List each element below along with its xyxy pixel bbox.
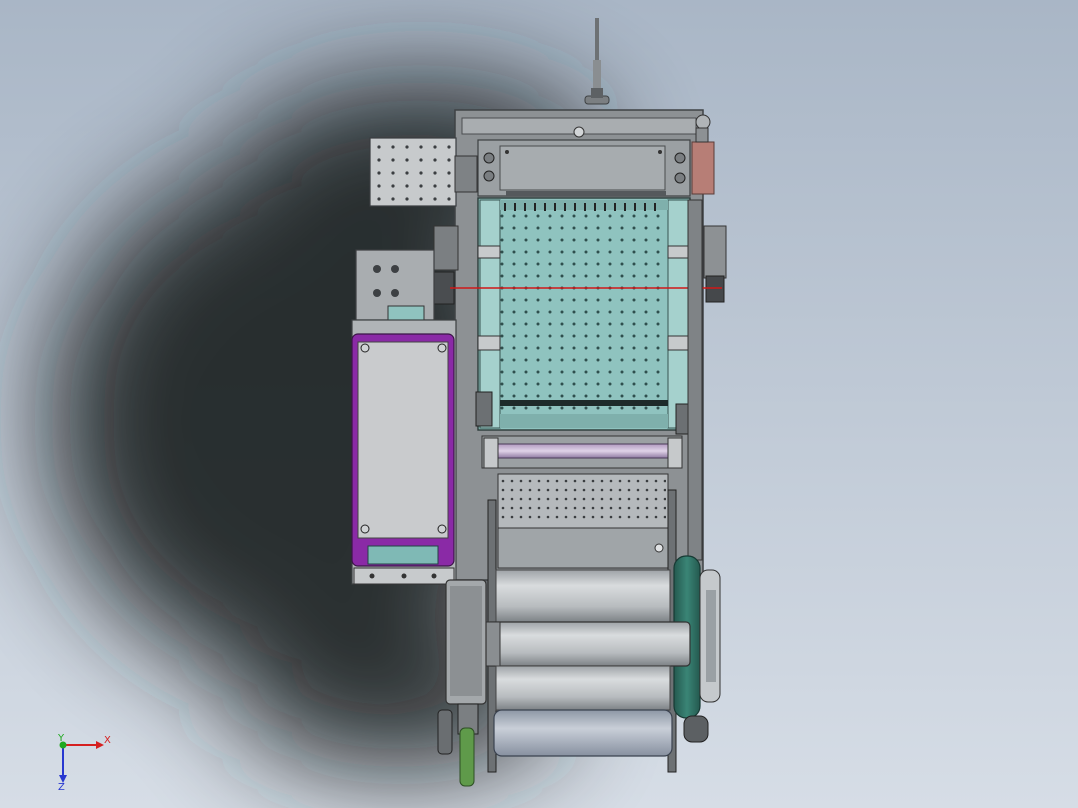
middle-roller[interactable] — [495, 665, 671, 711]
copper-sensor-block[interactable] — [691, 141, 715, 195]
left-mount-bracket[interactable] — [355, 249, 435, 321]
model-canvas[interactable]: X Y Z — [0, 0, 1078, 808]
pinch-roller[interactable] — [485, 621, 691, 667]
purple-guide-rod[interactable] — [481, 435, 683, 469]
lower-perforated-plate[interactable] — [497, 473, 669, 569]
teal-perforated-platen[interactable] — [475, 197, 693, 435]
triad-x-label: X — [104, 735, 111, 746]
top-head-block[interactable] — [477, 139, 691, 197]
upper-roller[interactable] — [495, 569, 671, 623]
green-air-tube[interactable] — [459, 727, 475, 787]
triad-y-label: Y — [57, 733, 65, 744]
bottom-roller[interactable] — [493, 709, 673, 757]
triad-z-label: Z — [58, 782, 65, 793]
cad-graphics-viewport[interactable]: X Y Z — [0, 0, 1078, 808]
purple-control-box[interactable] — [351, 319, 457, 585]
left-perforated-plate[interactable] — [369, 137, 457, 207]
